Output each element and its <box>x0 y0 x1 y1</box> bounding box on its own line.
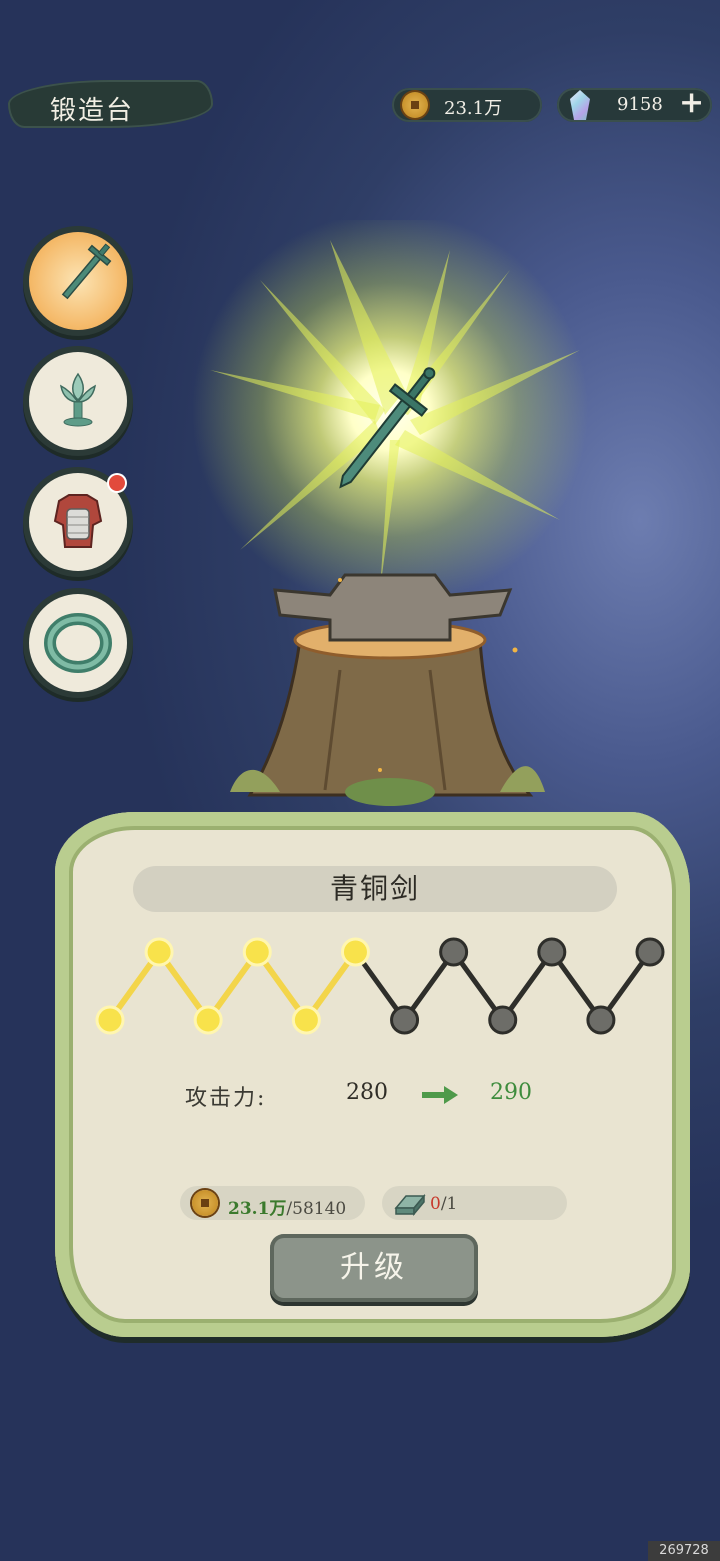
forge-tab-sword[interactable] <box>29 232 127 330</box>
progress-node <box>635 937 665 967</box>
notification-dot <box>109 475 125 491</box>
coin-cost: 23.1万/58140 <box>180 1186 365 1220</box>
progress-node <box>291 1005 321 1035</box>
stat-next-value: 290 <box>490 1080 532 1105</box>
progress-node <box>586 1005 616 1035</box>
progress-node <box>488 1005 518 1035</box>
gem-amount: 9158 <box>617 94 663 115</box>
progress-node <box>537 937 567 967</box>
gem-counter: 9158 + <box>557 85 712 122</box>
coin-counter: 23.1万 <box>392 88 542 122</box>
progress-node <box>95 1005 125 1035</box>
copper-coin-icon <box>192 1190 218 1216</box>
progress-node <box>340 937 370 967</box>
forge-tab-bracelet[interactable] <box>29 594 127 692</box>
sword-icon <box>61 243 112 300</box>
watermark: 269728 <box>648 1541 720 1561</box>
material-cost-text: 0/1 <box>430 1194 457 1214</box>
progress-node <box>144 937 174 967</box>
crystal-gem-icon <box>570 90 590 120</box>
anvil-stump <box>230 573 545 806</box>
upgrade-button-label: 升级 <box>340 1250 408 1285</box>
item-name: 青铜剑 <box>329 872 420 905</box>
coin-amount: 23.1万 <box>444 98 503 119</box>
copper-coin-icon <box>402 92 428 118</box>
progress-node <box>242 937 272 967</box>
coin-cost-text: 23.1万/58140 <box>228 1194 346 1219</box>
coin-need: /58140 <box>286 1199 347 1219</box>
arrow-right-icon <box>422 1086 458 1104</box>
bronze-sword-icon <box>339 367 436 489</box>
bronze-ingot-icon <box>394 1193 426 1216</box>
stat-current-value: 280 <box>346 1080 388 1105</box>
material-need: /1 <box>440 1194 458 1214</box>
progress-node <box>439 937 469 967</box>
material-have: 0 <box>430 1194 441 1214</box>
coin-have: 23.1万 <box>228 1199 287 1219</box>
material-cost: 0/1 <box>382 1186 567 1220</box>
lotus-lamp-icon <box>60 372 96 427</box>
progress-node <box>193 1005 223 1035</box>
upgrade-progress-chain <box>95 937 665 1035</box>
forge-tab-lamp[interactable] <box>29 352 127 450</box>
jade-bracelet-icon <box>44 613 112 673</box>
page-title: 锻造台 <box>50 96 135 126</box>
add-gems-button[interactable]: + <box>679 85 704 120</box>
stat-label: 攻击力: <box>185 1086 267 1111</box>
progress-node <box>390 1005 420 1035</box>
